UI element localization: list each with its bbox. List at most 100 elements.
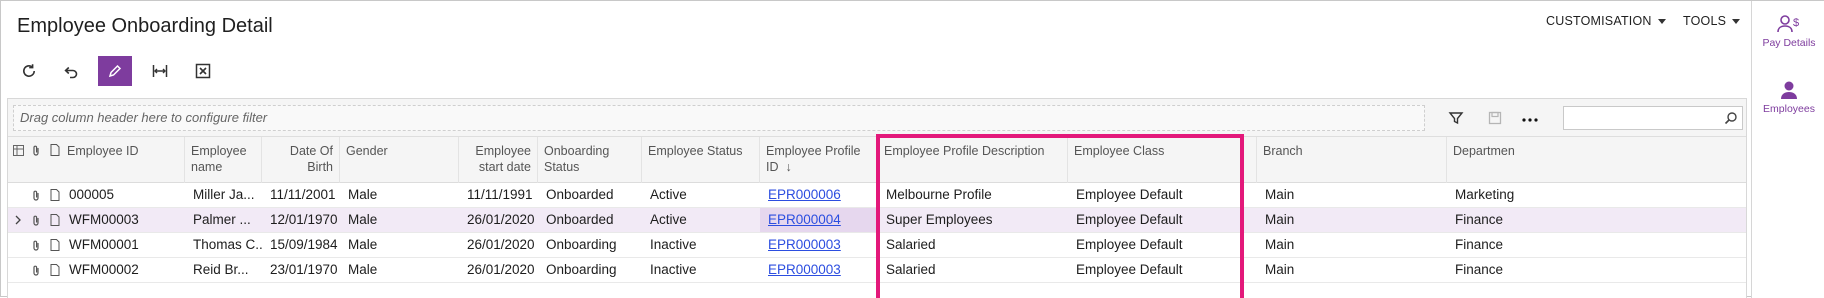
svg-text:$: $ [1793, 17, 1799, 29]
cell-branch: Main [1265, 262, 1295, 277]
cell-onboarding-status: Onboarding [546, 262, 617, 277]
grid-search-box [1563, 106, 1743, 130]
customisation-menu[interactable]: CUSTOMISATION [1546, 14, 1666, 28]
attachment-icon[interactable] [26, 233, 46, 257]
cell-branch: Main [1265, 237, 1295, 252]
cell-employee-class: Employee Default [1076, 212, 1183, 227]
page-title: Employee Onboarding Detail [17, 15, 273, 37]
edit-button[interactable] [98, 56, 132, 86]
cell-gender: Male [348, 187, 378, 202]
cell-employee-profile-id: EPR000003 [760, 233, 878, 257]
grid-search-input[interactable] [1564, 107, 1714, 129]
column-header-employee-class[interactable]: Employee Class [1068, 137, 1257, 183]
cell-onboarding-status: Onboarded [546, 212, 614, 227]
fit-columns-button[interactable] [143, 56, 177, 86]
column-header-department[interactable]: Departmen [1447, 137, 1746, 183]
grid-header: Employee ID Employee name Date Of Birth … [8, 137, 1746, 183]
column-header-onboarding-status[interactable]: Onboarding Status [538, 137, 642, 183]
export-excel-button[interactable] [186, 56, 220, 86]
column-header-employee-id[interactable]: Employee ID [61, 137, 185, 183]
cell-employee-profile-description: Salaried [886, 237, 936, 252]
cell-employee-profile-description: Super Employees [886, 212, 993, 227]
column-header-date-of-birth[interactable]: Date Of Birth [262, 137, 340, 183]
table-row[interactable]: WFM00002 Reid Br... 23/01/1970 Male 26/01/20… [8, 258, 1746, 283]
cell-employee-class: Employee Default [1076, 262, 1183, 277]
table-row[interactable]: WFM00003 Palmer ... 12/01/1970 Male 26/01/20… [8, 208, 1746, 233]
column-header-employee-status[interactable]: Employee Status [642, 137, 760, 183]
cell-employee-id: WFM00002 [69, 262, 139, 277]
cell-department: Finance [1455, 262, 1504, 277]
more-icon [1522, 118, 1538, 122]
column-header-employee-profile-description[interactable]: Employee Profile Description [878, 137, 1068, 183]
cell-onboarding-status: Onboarded [546, 187, 614, 202]
filter-button[interactable] [1445, 108, 1467, 128]
cell-gender: Male [348, 212, 378, 227]
column-header-branch[interactable]: Branch [1257, 137, 1447, 183]
cell-employee-id: 000005 [69, 187, 115, 202]
cell-department: Marketing [1455, 187, 1515, 202]
tools-menu-label: TOOLS [1683, 14, 1727, 28]
refresh-button[interactable] [12, 56, 46, 86]
undo-icon [64, 66, 78, 79]
pay-details-label: Pay Details [1762, 37, 1816, 49]
row-selected-chevron-icon [8, 208, 28, 232]
column-header-employee-start-date[interactable]: Employee start date [459, 137, 538, 183]
tools-menu[interactable]: TOOLS [1683, 14, 1741, 28]
customisation-menu-label: CUSTOMISATION [1546, 14, 1652, 28]
save-filter-button[interactable] [1484, 108, 1506, 128]
filter-icon [1448, 112, 1464, 125]
refresh-icon [23, 64, 35, 77]
fit-columns-icon [152, 65, 168, 77]
attachment-icon[interactable] [26, 183, 46, 207]
undo-button[interactable] [54, 56, 88, 86]
cell-employee-class: Employee Default [1076, 237, 1183, 252]
cell-branch: Main [1265, 212, 1295, 227]
grid-settings-icon[interactable] [8, 137, 28, 163]
column-header-employee-name[interactable]: Employee name [185, 137, 262, 183]
cell-date-of-birth: 11/11/2001 [270, 187, 336, 202]
attachment-icon[interactable] [26, 258, 46, 282]
edit-icon [108, 64, 122, 78]
more-options-button[interactable] [1519, 108, 1541, 128]
profile-id-link[interactable]: EPR000003 [768, 262, 841, 277]
cell-employee-status: Active [650, 212, 687, 227]
filter-drop-zone[interactable]: Drag column header here to configure fil… [13, 105, 1425, 131]
cell-employee-name: Reid Br... [193, 262, 249, 277]
column-header-gender[interactable]: Gender [340, 137, 459, 183]
cell-employee-name: Thomas C... [193, 237, 262, 252]
search-icon[interactable] [1724, 111, 1738, 125]
cell-onboarding-status: Onboarding [546, 237, 617, 252]
cell-employee-profile-description: Salaried [886, 262, 936, 277]
cell-employee-profile-id: EPR000006 [760, 183, 878, 207]
cell-employee-name: Miller Ja... [193, 187, 255, 202]
cell-employee-id: WFM00001 [69, 237, 139, 252]
cell-employee-start-date: 26/01/2020 [467, 237, 535, 252]
cell-date-of-birth: 23/01/1970 [270, 262, 338, 277]
cell-department: Finance [1455, 212, 1504, 227]
profile-id-link[interactable]: EPR000003 [768, 237, 841, 252]
cell-employee-status: Inactive [650, 262, 697, 277]
profile-id-link[interactable]: EPR000006 [768, 187, 841, 202]
profile-id-link[interactable]: EPR000004 [768, 212, 841, 227]
employees-icon [1781, 81, 1797, 99]
pay-details-button[interactable]: $ Pay Details [1752, 13, 1824, 49]
employees-button[interactable]: Employees [1752, 79, 1824, 115]
table-row[interactable]: 000005 Miller Ja... 11/11/2001 Male 11/11/19… [8, 183, 1746, 208]
cell-branch: Main [1265, 187, 1295, 202]
cell-employee-profile-id: EPR000004 [760, 208, 878, 232]
cell-date-of-birth: 15/09/1984 [270, 237, 338, 252]
table-row[interactable]: WFM00001 Thomas C... 15/09/1984 Male 26/01/2… [8, 233, 1746, 258]
pay-details-icon: $ [1777, 15, 1799, 33]
cell-date-of-birth: 12/01/1970 [270, 212, 338, 227]
attachment-header-icon [26, 137, 46, 163]
cell-employee-status: Active [650, 187, 687, 202]
filter-bar: Drag column header here to configure fil… [8, 99, 1746, 137]
cell-employee-profile-description: Melbourne Profile [886, 187, 992, 202]
cell-employee-id: WFM00003 [69, 212, 139, 227]
chevron-down-icon [1657, 19, 1666, 25]
employees-label: Employees [1763, 103, 1815, 115]
cell-department: Finance [1455, 237, 1504, 252]
column-header-employee-profile-id[interactable]: Employee Profile ID ↓ [760, 137, 878, 183]
attachment-icon[interactable] [26, 208, 46, 232]
app-window: Employee Onboarding Detail CUSTOMISATION… [0, 0, 1824, 298]
